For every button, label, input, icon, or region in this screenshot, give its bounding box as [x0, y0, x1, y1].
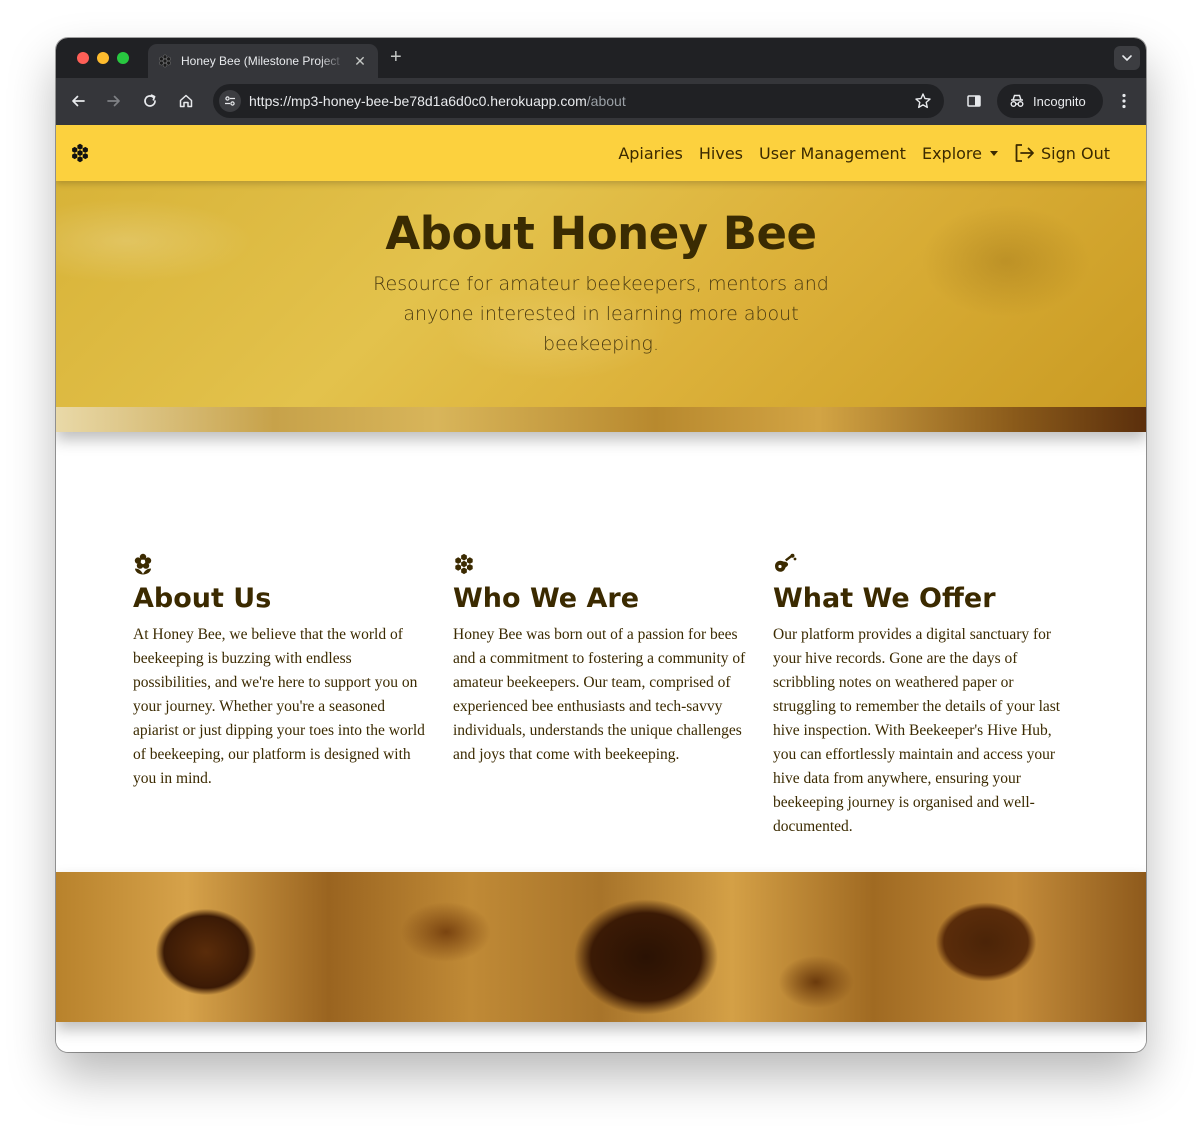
- incognito-icon: [1010, 94, 1024, 107]
- browser-toolbar: https://mp3-honey-bee-be78d1a6d0c0.herok…: [56, 78, 1146, 125]
- url-text: https://mp3-honey-bee-be78d1a6d0c0.herok…: [249, 93, 626, 109]
- nav-link-sign-out[interactable]: Sign Out: [1014, 143, 1110, 163]
- feature-about-us: About Us At Honey Bee, we believe that t…: [133, 553, 433, 791]
- address-bar[interactable]: https://mp3-honey-bee-be78d1a6d0c0.herok…: [213, 84, 944, 118]
- feature-text: At Honey Bee, we believe that the world …: [133, 626, 425, 787]
- hero-image-strip: [56, 407, 1146, 432]
- nav-link-apiaries[interactable]: Apiaries: [618, 144, 683, 163]
- tab-close-icon[interactable]: ✕: [352, 53, 368, 70]
- back-icon[interactable]: [68, 91, 88, 111]
- chevron-down-icon: [1122, 55, 1132, 62]
- feature-title: Who We Are: [453, 583, 640, 614]
- honeycomb-banner-image: [56, 872, 1146, 1022]
- side-panel-icon[interactable]: [964, 91, 984, 111]
- hexagon-cluster-icon: [158, 54, 172, 68]
- tab-search-button[interactable]: [1114, 46, 1140, 70]
- new-tab-button[interactable]: +: [390, 47, 402, 67]
- maximize-window-button[interactable]: [117, 52, 129, 64]
- hero-subtitle: Resource for amateur beekeepers, mentors…: [373, 273, 829, 355]
- close-window-button[interactable]: [77, 52, 89, 64]
- incognito-label: Incognito: [1033, 93, 1086, 109]
- flower-icon: [133, 553, 433, 575]
- feature-text: Honey Bee was born out of a passion for …: [453, 626, 746, 763]
- hexagon-cluster-icon: [453, 553, 753, 575]
- guitar-icon: [773, 553, 1073, 575]
- home-icon[interactable]: [176, 91, 196, 111]
- hero-title: About Honey Bee: [385, 207, 817, 260]
- feature-what-we-offer: What We Offer Our platform provides a di…: [773, 553, 1073, 839]
- browser-window: Honey Bee (Milestone Project 3) ✕ + http…: [56, 38, 1146, 1052]
- hero-banner: About Honey Bee Resource for amateur bee…: [56, 181, 1146, 432]
- site-navbar: Apiaries Hives User Management Explore S…: [56, 125, 1146, 181]
- reload-icon[interactable]: [140, 91, 160, 111]
- features-section: About Us At Honey Bee, we believe that t…: [133, 553, 1093, 853]
- tab-active[interactable]: Honey Bee (Milestone Project 3) ✕: [148, 44, 378, 78]
- url-path: /about: [586, 93, 626, 109]
- forward-icon[interactable]: [104, 91, 124, 111]
- tab-title: Honey Bee (Milestone Project 3): [181, 54, 344, 68]
- incognito-badge[interactable]: Incognito: [997, 84, 1103, 118]
- brand-logo-icon[interactable]: [70, 143, 90, 163]
- minimize-window-button[interactable]: [97, 52, 109, 64]
- feature-text: Our platform provides a digital sanctuar…: [773, 626, 1061, 835]
- feature-title: About Us: [133, 583, 272, 614]
- url-host: https://mp3-honey-bee-be78d1a6d0c0.herok…: [249, 93, 587, 109]
- explore-label: Explore: [921, 143, 982, 163]
- feature-title: What We Offer: [773, 583, 996, 614]
- site-settings-icon[interactable]: [219, 90, 241, 112]
- feature-who-we-are: Who We Are Honey Bee was born out of a p…: [453, 553, 753, 767]
- nav-links: Apiaries Hives User Management Explore S…: [602, 125, 1110, 181]
- web-page: Apiaries Hives User Management Explore S…: [56, 125, 1146, 1052]
- bookmark-star-icon[interactable]: [914, 92, 932, 115]
- sign-out-label: Sign Out: [1041, 143, 1110, 163]
- nav-link-hives[interactable]: Hives: [699, 144, 743, 163]
- kebab-menu-icon[interactable]: [1114, 91, 1134, 111]
- nav-link-user-management[interactable]: User Management: [759, 144, 906, 163]
- sign-out-icon: [1014, 143, 1036, 163]
- tab-strip: Honey Bee (Milestone Project 3) ✕ +: [56, 38, 1146, 78]
- nav-dropdown-explore[interactable]: Explore: [922, 144, 998, 163]
- caret-down-icon: [990, 150, 998, 156]
